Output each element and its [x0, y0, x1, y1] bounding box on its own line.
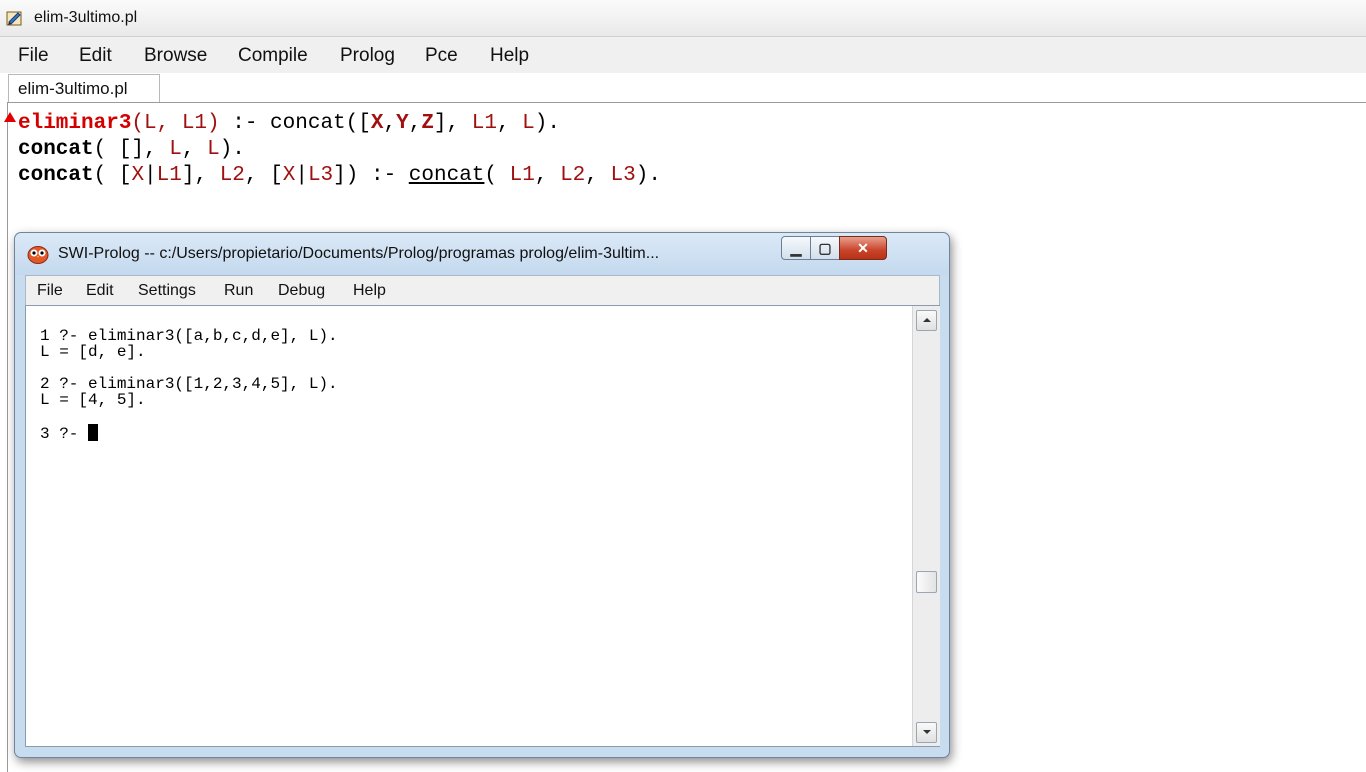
- menu-compile[interactable]: Compile: [238, 45, 308, 67]
- maximize-button[interactable]: ▢: [810, 236, 840, 260]
- tab-file-label: elim-3ultimo.pl: [18, 79, 128, 98]
- scroll-thumb[interactable]: [916, 571, 937, 593]
- code-line3-args: ( [X|L1], L2, [X|L3]) :-: [93, 164, 409, 187]
- menu-file[interactable]: File: [18, 45, 49, 67]
- owl-icon: [27, 246, 49, 264]
- title-bar: elim-3ultimo.pl: [0, 0, 1366, 37]
- swi-window-title: SWI-Prolog -- c:/Users/propietario/Docum…: [58, 245, 660, 262]
- arrow-down-icon: [923, 730, 931, 734]
- minimize-button[interactable]: ▁: [781, 236, 811, 260]
- swi-menu-debug[interactable]: Debug: [278, 282, 325, 300]
- code-line1-args: (L, L1): [131, 112, 220, 135]
- tab-file[interactable]: elim-3ultimo.pl: [8, 74, 160, 103]
- maximize-icon: ▢: [818, 240, 832, 256]
- swi-menu-edit[interactable]: Edit: [86, 282, 114, 300]
- console-prompt: 3 ?-: [40, 425, 89, 443]
- swi-prolog-window: SWI-Prolog -- c:/Users/propietario/Docum…: [14, 232, 950, 758]
- arrow-up-icon: [923, 318, 931, 322]
- menu-bar: File Edit Browse Compile Prolog Pce Help: [0, 37, 1366, 73]
- swi-menu-run[interactable]: Run: [224, 282, 253, 300]
- vertical-scrollbar[interactable]: [912, 306, 940, 746]
- close-button[interactable]: ✕: [839, 236, 887, 260]
- code-line2-body: ( [], L, L).: [93, 138, 245, 161]
- window-title: elim-3ultimo.pl: [34, 9, 138, 26]
- scroll-down-button[interactable]: [916, 722, 937, 743]
- console-area[interactable]: 1 ?- eliminar3([a,b,c,d,e], L). L = [d, …: [25, 305, 940, 747]
- code-line3-call: concat: [408, 164, 485, 187]
- code-line1-body: :- concat([X,Y,Z], L1, L).: [219, 112, 560, 135]
- menu-prolog[interactable]: Prolog: [340, 45, 395, 67]
- console-line: L = [4, 5].: [40, 391, 146, 409]
- console-line: L = [d, e].: [40, 343, 146, 361]
- swi-menu-bar: File Edit Settings Run Debug Help: [25, 275, 940, 306]
- swi-title-bar[interactable]: SWI-Prolog -- c:/Users/propietario/Docum…: [15, 233, 949, 275]
- scroll-up-button[interactable]: [916, 310, 937, 331]
- code-line3-rest: ( L1, L2, L3).: [484, 164, 661, 187]
- error-marker-icon: [4, 112, 16, 122]
- code-line3-head: concat: [18, 164, 94, 187]
- code-line2-head: concat: [18, 138, 94, 161]
- console-text: 1 ?- eliminar3([a,b,c,d,e], L). L = [d, …: [40, 328, 338, 442]
- menu-edit[interactable]: Edit: [79, 45, 112, 67]
- swi-menu-help[interactable]: Help: [353, 282, 386, 300]
- swi-menu-settings[interactable]: Settings: [138, 282, 196, 300]
- close-icon: ✕: [857, 240, 869, 256]
- minimize-icon: ▁: [790, 240, 802, 256]
- swi-menu-file[interactable]: File: [37, 282, 63, 300]
- code-text: eliminar3(L, L1) :- concat([X,Y,Z], L1, …: [18, 111, 661, 189]
- menu-browse[interactable]: Browse: [144, 45, 207, 67]
- text-cursor: [88, 424, 99, 441]
- app-icon: [6, 11, 22, 26]
- menu-help[interactable]: Help: [490, 45, 529, 67]
- code-line1-head: eliminar3: [18, 112, 132, 135]
- menu-pce[interactable]: Pce: [425, 45, 458, 67]
